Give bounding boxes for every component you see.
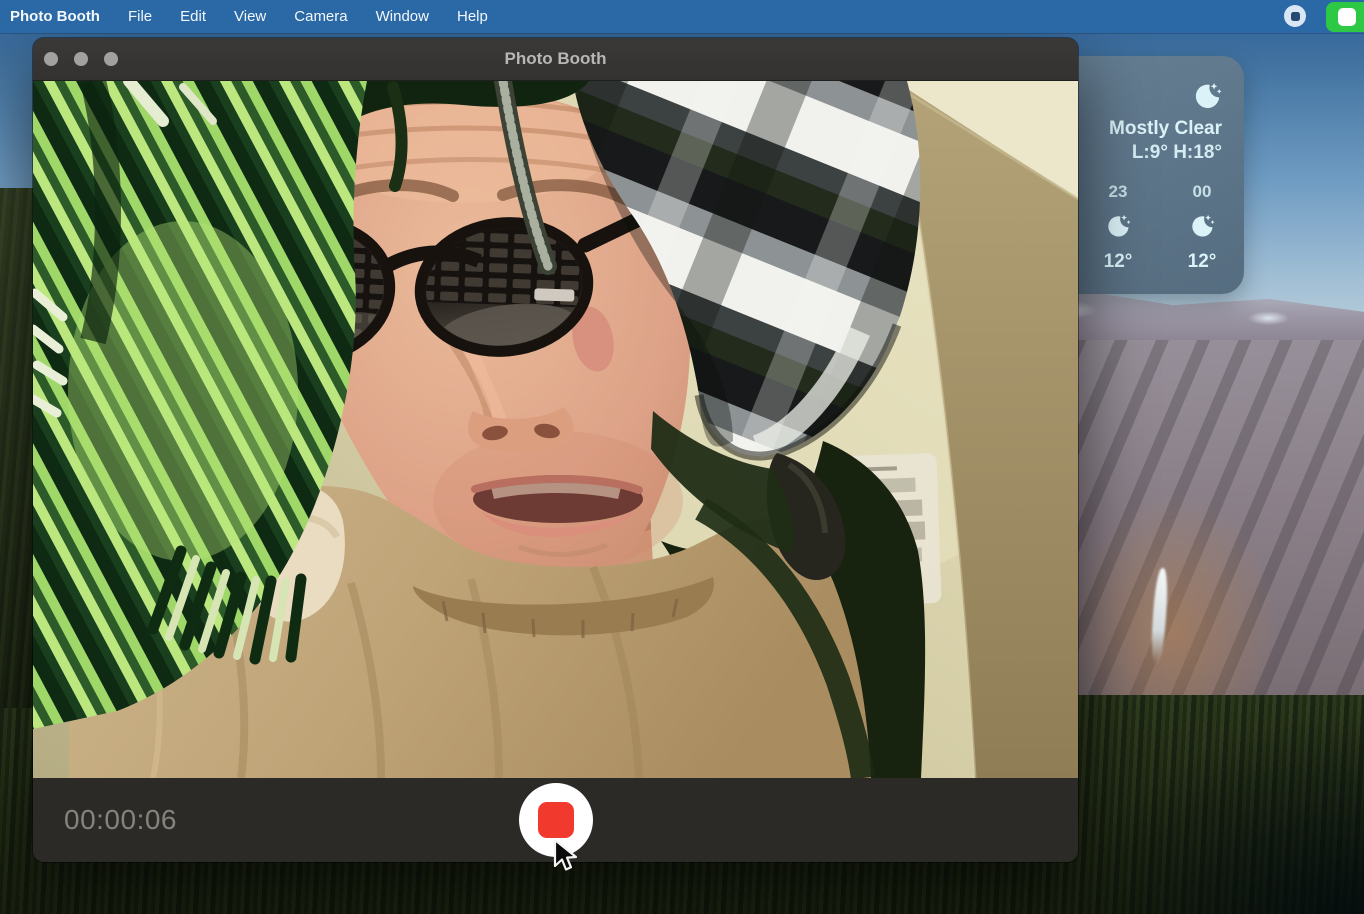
moon-stars-icon [1189, 214, 1215, 240]
menu-item-camera[interactable]: Camera [280, 8, 361, 25]
photo-booth-window: Photo Booth [33, 38, 1078, 862]
recording-controls-bar: 00:00:06 [33, 778, 1078, 862]
stop-recording-button[interactable] [519, 783, 593, 857]
screen-recording-indicator-icon[interactable] [1284, 5, 1306, 27]
weather-condition: Mostly Clear [1109, 118, 1222, 140]
menu-item-edit[interactable]: Edit [166, 8, 220, 25]
weather-hour-column: 23 12° [1092, 182, 1144, 273]
menu-app-name[interactable]: Photo Booth [10, 8, 100, 25]
stop-icon [538, 802, 574, 838]
weather-hourly-row: 23 12° 00 12° [1092, 182, 1228, 273]
window-title: Photo Booth [33, 38, 1078, 80]
menu-item-file[interactable]: File [114, 8, 166, 25]
hour-label: 23 [1092, 182, 1144, 202]
hour-temp: 12° [1176, 251, 1228, 273]
minimize-button[interactable] [74, 52, 88, 66]
weather-low-high: L:9° H:18° [1132, 142, 1222, 164]
moon-stars-icon [1192, 82, 1222, 112]
recording-timer: 00:00:06 [64, 804, 177, 836]
menu-item-help[interactable]: Help [443, 8, 502, 25]
hour-label: 00 [1176, 182, 1228, 202]
menu-item-view[interactable]: View [220, 8, 280, 25]
hour-temp: 12° [1092, 251, 1144, 273]
menu-item-window[interactable]: Window [362, 8, 443, 25]
close-button[interactable] [44, 52, 58, 66]
screen-share-indicator-icon[interactable] [1326, 2, 1364, 32]
camera-preview [33, 81, 1078, 778]
window-titlebar[interactable]: Photo Booth [33, 38, 1078, 81]
traffic-lights [44, 52, 118, 66]
moon-stars-icon [1105, 214, 1131, 240]
weather-widget[interactable]: Mostly Clear L:9° H:18° 23 12° 00 12° [1056, 56, 1244, 294]
menu-bar: Photo Booth File Edit View Camera Window… [0, 0, 1364, 33]
weather-hour-column: 00 12° [1176, 182, 1228, 273]
zoom-button[interactable] [104, 52, 118, 66]
